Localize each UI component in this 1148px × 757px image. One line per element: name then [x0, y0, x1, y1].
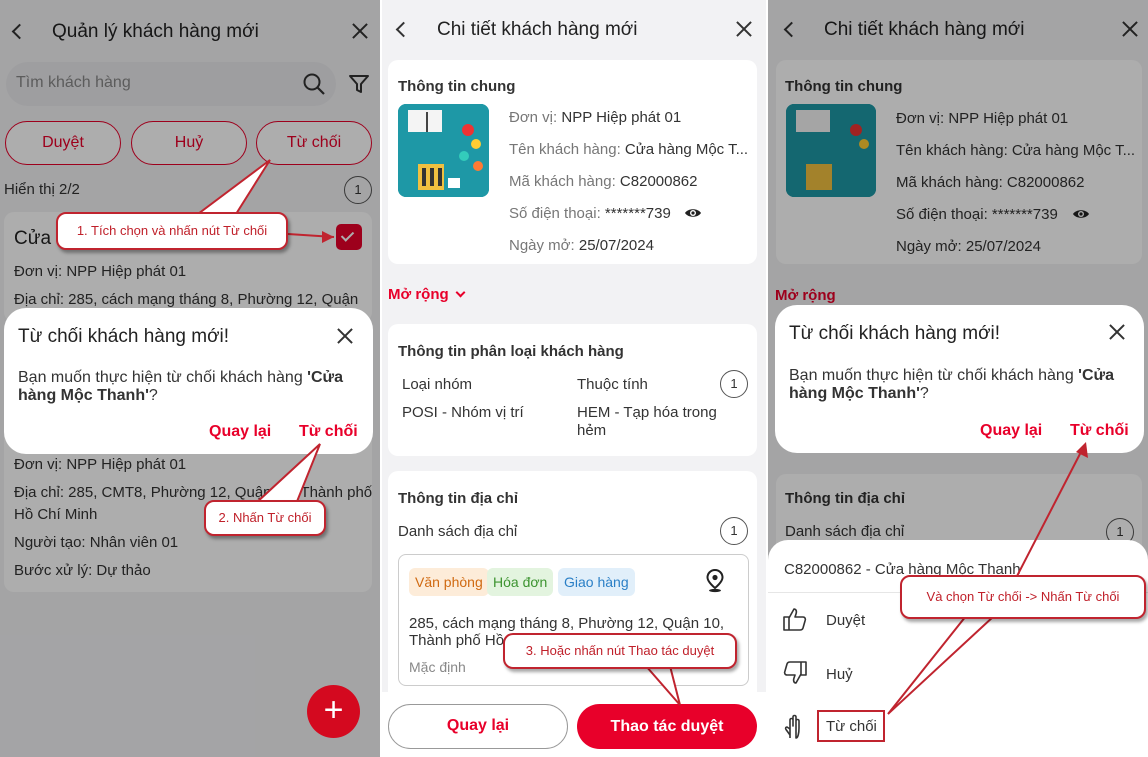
callout-arrow [1015, 449, 1083, 579]
callout-pointer [195, 159, 271, 215]
annotation-callout: 1. Tích chọn và nhấn nút Từ chối [56, 212, 288, 250]
screenshot-root: Quản lý khách hàng mới Tìm khách hàng Du… [0, 0, 1148, 757]
callout-pointer [887, 615, 997, 715]
annotation-callout: Và chọn Từ chối -> Nhấn Từ chối [900, 575, 1146, 619]
arrowhead-icon [322, 231, 334, 243]
arrowhead-icon [1076, 442, 1088, 458]
callout-pointer [643, 665, 681, 706]
callout-pointer [252, 443, 321, 505]
annotation-callout: 2. Nhấn Từ chối [204, 500, 326, 536]
annotation-callout: 3. Hoặc nhấn nút Thao tác duyệt [503, 633, 737, 669]
